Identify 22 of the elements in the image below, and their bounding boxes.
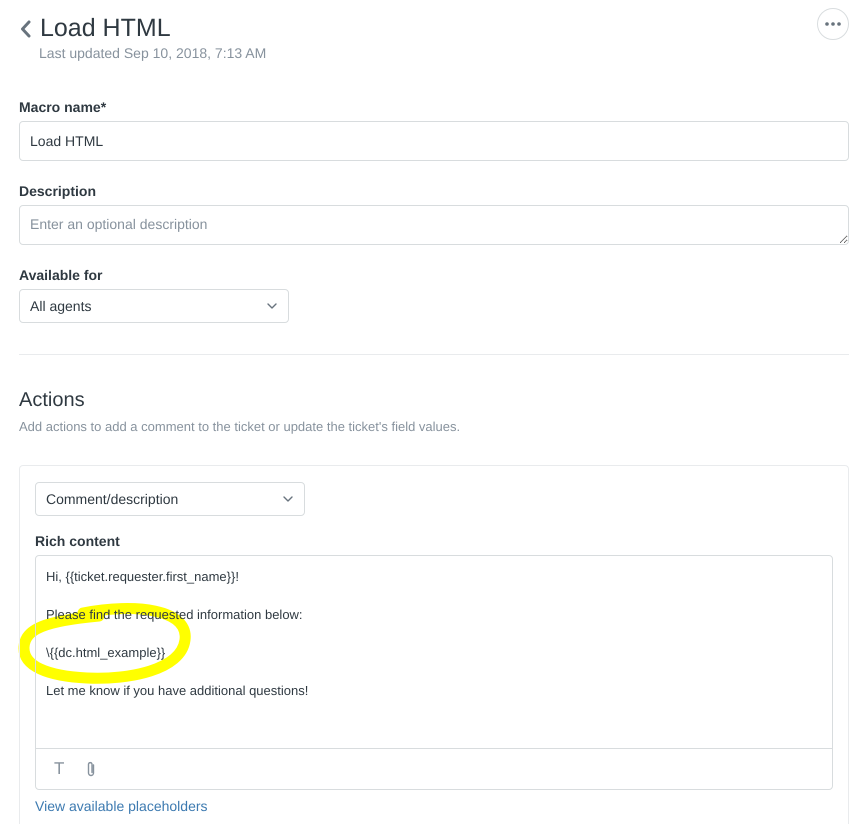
field-label: Rich content [35, 532, 121, 551]
last-updated-text: Last updated Sep 10, 2018, 7:13 AM [39, 44, 268, 62]
content-line: Let me know if you have additional questions! [46, 682, 310, 700]
field-label: Macro name* [19, 98, 108, 117]
section-description: Add actions to add a comment to the ticket or update the ticket's field values. [19, 418, 462, 436]
content-line: \{{dc.html_example}} [46, 643, 822, 662]
content-line: Hi, {{ticket.requester.first_name}}! [46, 568, 240, 586]
view-placeholders-link[interactable]: View available placeholders [35, 797, 208, 815]
chevron-down-icon [283, 496, 293, 502]
text-area[interactable]: Enter an optional description [19, 205, 849, 245]
back-icon[interactable] [20, 20, 31, 38]
ellipsis-icon [825, 22, 841, 26]
dropdown[interactable]: All agents [19, 289, 289, 323]
paperclip-icon[interactable] [86, 760, 96, 778]
more-button[interactable] [817, 8, 849, 40]
chevron-down-icon [267, 303, 277, 309]
field-label: Description [19, 182, 98, 201]
field-label: Available for [19, 266, 104, 285]
page-title: Load HTML [40, 13, 171, 44]
action-type-dropdown[interactable]: Comment/description [35, 482, 305, 516]
text-field[interactable]: Load HTML [19, 121, 849, 161]
section-heading: Actions [19, 388, 86, 413]
